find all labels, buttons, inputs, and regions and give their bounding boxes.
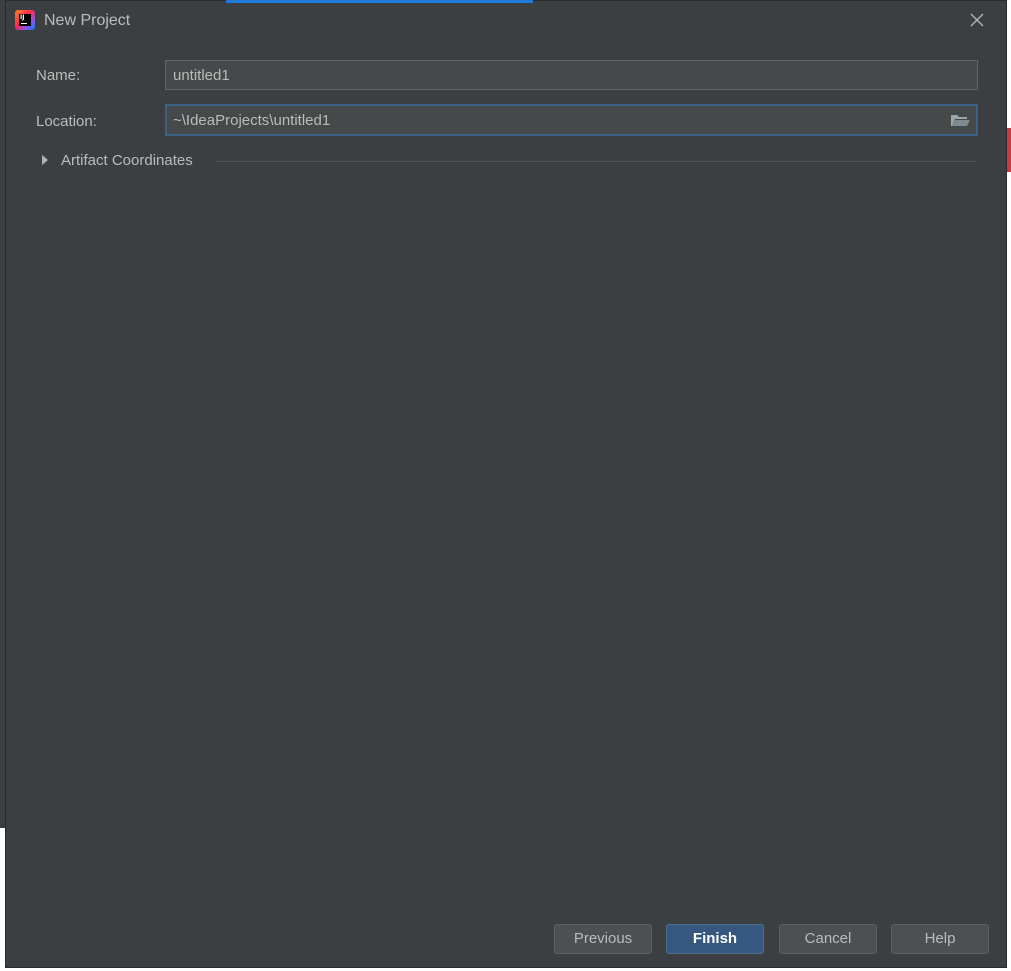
dialog-title: New Project xyxy=(44,12,131,29)
section-divider xyxy=(216,161,977,162)
previous-button[interactable]: Previous xyxy=(554,924,652,954)
folder-browse-icon[interactable] xyxy=(949,110,971,130)
help-button[interactable]: Help xyxy=(891,924,989,954)
name-label: Name: xyxy=(36,67,81,84)
name-field[interactable] xyxy=(165,60,978,90)
location-field[interactable] xyxy=(165,104,978,136)
new-project-dialog: IJ New Project Name: Location: Artifact … xyxy=(5,0,1007,968)
dialog-titlebar: IJ New Project xyxy=(6,1,1006,41)
cancel-button[interactable]: Cancel xyxy=(779,924,877,954)
chevron-right-icon xyxy=(42,155,48,165)
intellij-idea-icon: IJ xyxy=(15,10,35,30)
background-active-tab-indicator xyxy=(226,0,533,3)
finish-button[interactable]: Finish xyxy=(666,924,764,954)
artifact-coordinates-toggle[interactable]: Artifact Coordinates xyxy=(40,149,977,173)
location-label: Location: xyxy=(36,113,97,130)
close-icon[interactable] xyxy=(968,11,986,29)
artifact-coordinates-label: Artifact Coordinates xyxy=(61,152,193,169)
